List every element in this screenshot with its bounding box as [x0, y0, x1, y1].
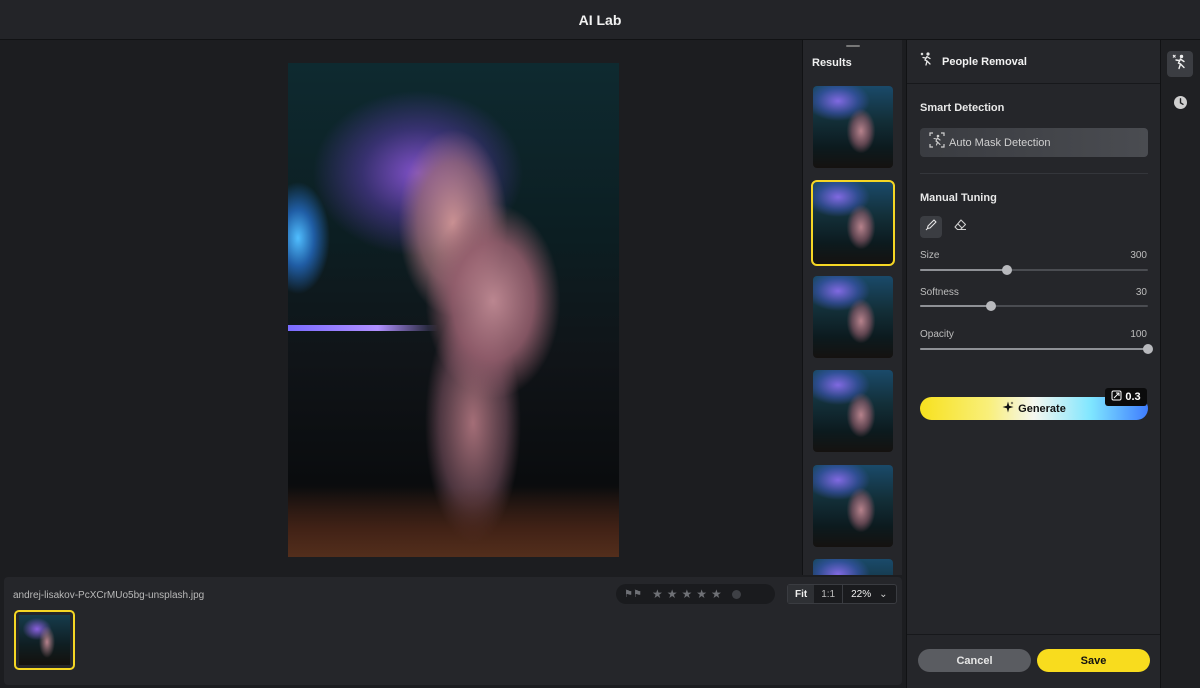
- panel-title: People Removal: [942, 55, 1027, 68]
- smart-detection-title: Smart Detection: [920, 102, 1005, 114]
- people-removal-icon: [920, 52, 934, 71]
- brush-tool-button[interactable]: [920, 216, 942, 238]
- filmstrip-thumbnail-image: [19, 615, 70, 665]
- eraser-tool-button[interactable]: [949, 216, 971, 238]
- softness-slider-fill: [920, 305, 991, 307]
- star-icon-1[interactable]: ★: [652, 587, 663, 601]
- size-label: Size: [920, 250, 940, 261]
- flag-icons[interactable]: ⚑⚑: [624, 589, 642, 600]
- opacity-slider[interactable]: [920, 344, 1153, 354]
- opacity-slider-fill: [920, 348, 1148, 350]
- softness-slider-handle[interactable]: [985, 301, 996, 311]
- zoom-fit-button[interactable]: Fit: [788, 585, 815, 603]
- star-icon-2[interactable]: ★: [667, 587, 678, 601]
- manual-tuning-title: Manual Tuning: [920, 192, 997, 204]
- brush-icon: [925, 218, 937, 236]
- image-canvas[interactable]: [0, 40, 802, 575]
- people-removal-icon: [1172, 54, 1188, 75]
- star-icon-5[interactable]: ★: [711, 587, 722, 601]
- auto-mask-icon: [929, 132, 945, 153]
- size-value: 300: [1130, 250, 1147, 261]
- opacity-label: Opacity: [920, 329, 954, 340]
- credit-cost-badge: 0.3: [1105, 388, 1147, 406]
- star-icon-4[interactable]: ★: [696, 587, 707, 601]
- size-slider-handle[interactable]: [1001, 265, 1012, 275]
- people-removal-panel: People Removal Smart Detection Auto Mask…: [906, 40, 1161, 688]
- opacity-slider-handle[interactable]: [1143, 344, 1153, 354]
- title-bar: AI Lab: [0, 0, 1200, 40]
- filmstrip-thumbnail[interactable]: [14, 610, 75, 670]
- zoom-1to1-button[interactable]: 1:1: [814, 585, 844, 603]
- window-title: AI Lab: [578, 11, 622, 28]
- credit-icon: [1111, 388, 1122, 406]
- tool-rail: [1160, 40, 1200, 688]
- section-divider: [920, 173, 1148, 174]
- result-thumbnail-2[interactable]: [811, 180, 895, 266]
- photo-light-strip: [288, 325, 438, 331]
- drag-handle[interactable]: [846, 45, 860, 47]
- opacity-value: 100: [1130, 329, 1147, 340]
- result-thumbnail-1[interactable]: [813, 86, 893, 168]
- clock-icon: [1173, 95, 1188, 115]
- credit-cost-value: 0.3: [1125, 391, 1141, 403]
- size-slider[interactable]: [920, 265, 1148, 275]
- results-panel: Results: [802, 40, 902, 575]
- size-slider-fill: [920, 269, 1007, 271]
- chevron-down-icon[interactable]: ⌄: [879, 589, 887, 600]
- softness-label: Softness: [920, 287, 959, 298]
- eraser-icon: [953, 218, 967, 236]
- main-photo[interactable]: [288, 63, 619, 557]
- sparkle-icon: [1002, 400, 1014, 418]
- cancel-button[interactable]: Cancel: [918, 649, 1031, 672]
- zoom-controls: Fit 1:1 22% ⌄: [787, 584, 897, 604]
- result-thumbnail-6[interactable]: [813, 559, 893, 575]
- auto-mask-detection-button[interactable]: Auto Mask Detection: [920, 128, 1148, 157]
- history-button[interactable]: [1167, 92, 1193, 118]
- zoom-level[interactable]: 22%: [843, 589, 871, 600]
- result-thumbnail-3[interactable]: [813, 276, 893, 358]
- color-label-dot[interactable]: [731, 589, 741, 599]
- auto-mask-label: Auto Mask Detection: [949, 136, 1051, 149]
- footer-divider: [907, 634, 1161, 635]
- save-button[interactable]: Save: [1037, 649, 1150, 672]
- rating-bar: ⚑⚑ ★ ★ ★ ★ ★: [616, 584, 775, 604]
- result-thumbnail-5[interactable]: [813, 465, 893, 547]
- people-removal-tool-button[interactable]: [1167, 51, 1193, 77]
- softness-value: 30: [1135, 287, 1147, 298]
- panel-header: People Removal: [907, 40, 1160, 84]
- softness-slider[interactable]: [920, 301, 1148, 311]
- generate-label: Generate: [1018, 402, 1066, 415]
- photo-floor: [288, 487, 619, 557]
- results-label: Results: [812, 57, 852, 69]
- filmstrip: andrej-lisakov-PcXCrMUo5bg-unsplash.jpg …: [4, 577, 902, 685]
- file-name: andrej-lisakov-PcXCrMUo5bg-unsplash.jpg: [13, 590, 205, 601]
- result-thumbnail-4[interactable]: [813, 370, 893, 452]
- star-icon-3[interactable]: ★: [681, 587, 692, 601]
